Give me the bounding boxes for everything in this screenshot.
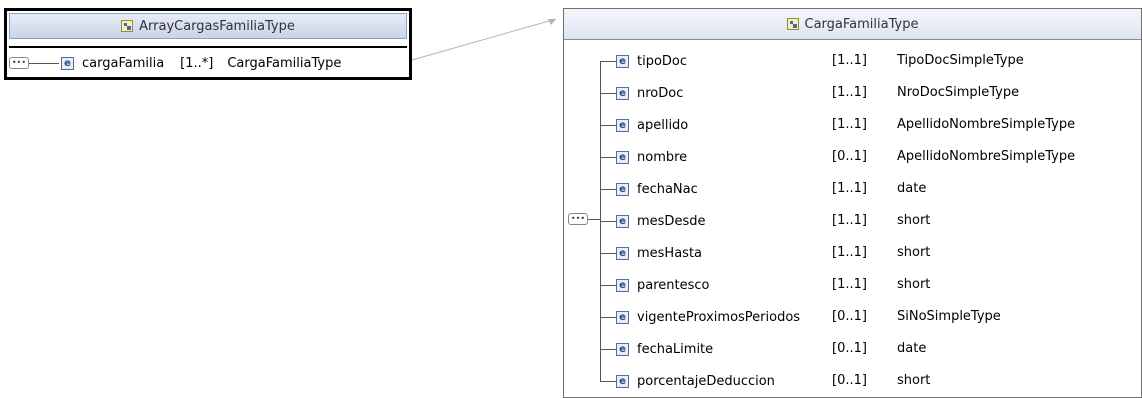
element-row-meshasta[interactable]: e mesHasta <box>616 243 702 263</box>
element-cardinality: [0..1] <box>832 149 867 164</box>
element-row-nrodoc[interactable]: e nroDoc <box>616 83 683 103</box>
element-name: nombre <box>637 149 688 165</box>
element-type: date <box>897 181 927 196</box>
element-row-vigenteproximosperiodos[interactable]: e vigenteProximosPeriodos <box>616 307 800 327</box>
element-name: parentesco <box>637 277 710 293</box>
element-name: fechaNac <box>637 181 698 197</box>
element-cardinality: [1..1] <box>832 53 867 68</box>
connector-line <box>600 285 616 286</box>
element-name: mesHasta <box>637 245 703 261</box>
element-name: nroDoc <box>637 85 684 101</box>
element-name: vigenteProximosPeriodos <box>637 309 801 325</box>
element-icon: e <box>616 310 629 324</box>
element-row-fechanac[interactable]: e fechaNac <box>616 179 698 199</box>
right-type-header[interactable]: CargaFamiliaType <box>564 9 1141 40</box>
element-type: CargaFamiliaType <box>227 55 342 71</box>
element-type: TipoDocSimpleType <box>897 53 1024 68</box>
element-cardinality: [0..1] <box>832 309 867 324</box>
sequence-icon[interactable]: ••• <box>9 57 29 69</box>
element-cardinality: [1..1] <box>832 213 867 228</box>
right-type-title: CargaFamiliaType <box>804 16 919 32</box>
element-icon: e <box>616 374 629 388</box>
element-row-carga-familia[interactable]: e cargaFamilia [1..*] CargaFamiliaType <box>61 53 341 73</box>
connector-line <box>600 93 616 94</box>
element-icon: e <box>61 56 74 70</box>
connector-line <box>600 125 616 126</box>
element-icon: e <box>616 182 629 196</box>
connector-line <box>600 157 616 158</box>
element-icon: e <box>616 342 629 356</box>
element-name: porcentajeDeduccion <box>637 373 775 389</box>
element-type: short <box>897 245 931 260</box>
sequence-icon[interactable]: ••• <box>568 213 588 225</box>
complex-type-icon <box>786 18 799 30</box>
element-name: mesDesde <box>637 213 706 229</box>
connector-line <box>600 253 616 254</box>
element-cardinality: [1..1] <box>832 277 867 292</box>
connector-line <box>600 317 616 318</box>
element-cardinality: [0..1] <box>832 341 867 356</box>
connector-line <box>600 381 616 382</box>
header-divider <box>9 46 407 48</box>
array-cargas-familia-type-box[interactable]: ArrayCargasFamiliaType ••• e cargaFamili… <box>4 8 412 80</box>
connector-line <box>600 349 616 350</box>
element-row-nombre[interactable]: e nombre <box>616 147 687 167</box>
element-cardinality: [0..1] <box>832 373 867 388</box>
element-cardinality: [1..1] <box>832 181 867 196</box>
element-type: NroDocSimpleType <box>897 85 1020 100</box>
element-row-mesdesde[interactable]: e mesDesde <box>616 211 705 231</box>
element-type: ApellidoNombreSimpleType <box>897 117 1076 132</box>
left-type-header[interactable]: ArrayCargasFamiliaType <box>9 13 407 39</box>
complex-type-icon <box>121 20 134 32</box>
connector-line <box>29 63 59 64</box>
element-type: short <box>897 213 931 228</box>
element-type: SiNoSimpleType <box>897 309 1001 324</box>
element-name: fechaLimite <box>637 341 714 357</box>
connector-line <box>600 221 616 222</box>
element-icon: e <box>616 54 629 68</box>
element-cardinality: [1..1] <box>832 117 867 132</box>
element-icon: e <box>616 246 629 260</box>
element-name: apellido <box>637 117 689 133</box>
connector-line <box>600 61 616 62</box>
element-row-parentesco[interactable]: e parentesco <box>616 275 709 295</box>
carga-familia-type-box[interactable]: CargaFamiliaType ••• e tipoDoc [1..1] TipoD… <box>563 8 1142 398</box>
left-type-title: ArrayCargasFamiliaType <box>139 18 295 34</box>
element-row-apellido[interactable]: e apellido <box>616 115 688 135</box>
element-name: tipoDoc <box>637 53 688 69</box>
element-icon: e <box>616 278 629 292</box>
connector-line <box>588 219 600 220</box>
connector-line <box>600 189 616 190</box>
element-cardinality: [1..1] <box>832 245 867 260</box>
element-cardinality: [1..*] <box>180 55 214 71</box>
element-cardinality: [1..1] <box>832 85 867 100</box>
element-icon: e <box>616 214 629 228</box>
element-type: short <box>897 373 931 388</box>
element-row-fechalimite[interactable]: e fechaLimite <box>616 339 713 359</box>
element-type: date <box>897 341 927 356</box>
element-row-tipodoc[interactable]: e tipoDoc <box>616 51 687 71</box>
element-row-porcentajededuccion[interactable]: e porcentajeDeduccion <box>616 371 775 391</box>
element-type: short <box>897 277 931 292</box>
element-icon: e <box>616 86 629 100</box>
element-icon: e <box>616 118 629 132</box>
element-icon: e <box>616 150 629 164</box>
element-type: ApellidoNombreSimpleType <box>897 149 1076 164</box>
element-name: cargaFamilia <box>82 55 165 71</box>
